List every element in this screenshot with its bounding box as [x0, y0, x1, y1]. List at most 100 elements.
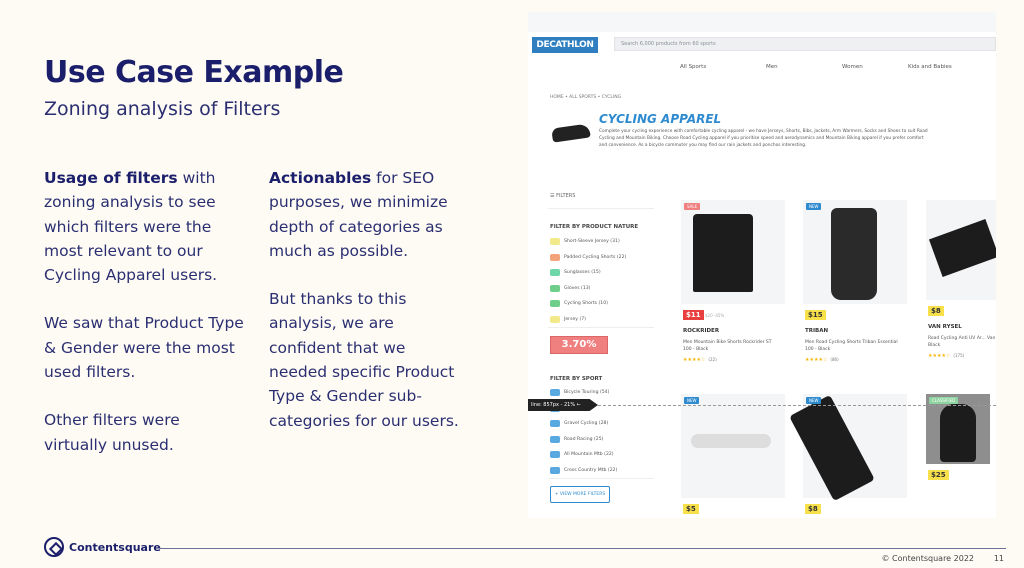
product-shape	[691, 434, 771, 448]
filter-option-label: Sunglasses (15)	[564, 270, 601, 275]
actionables-bold: Actionables	[269, 169, 372, 187]
category-description: Complete your cycling experience with co…	[599, 129, 928, 148]
filter-option-label: Bicycle Touring (54)	[564, 390, 610, 395]
zone-heat-badge	[550, 389, 560, 396]
slide-subtitle: Zoning analysis of Filters	[44, 98, 281, 120]
page-number: 11	[993, 554, 1004, 563]
filter-option[interactable]: Bicycle Touring (54)	[550, 389, 609, 396]
star-icons: ★★★★☆	[683, 357, 706, 363]
fold-line-label: line: 857px - 21% ←	[528, 399, 598, 411]
zone-heat-badge	[550, 420, 560, 427]
filter-option[interactable]: Gravel Cycling (28)	[550, 420, 608, 427]
product-tag: NEW	[684, 397, 700, 404]
decathlon-logo[interactable]: DECATHLON	[532, 37, 598, 53]
nav-kids[interactable]: Kids and Babies	[908, 64, 952, 70]
filter-option[interactable]: Jersey (7)	[550, 315, 586, 323]
filter-option[interactable]: Cycling Shorts (10)	[550, 300, 608, 307]
filter-option-label: Gravel Cycling (28)	[564, 421, 609, 426]
right-text-column: Actionables for SEO purposes, we minimiz…	[269, 166, 459, 457]
product-image[interactable]	[803, 200, 907, 304]
product-price: $5	[683, 504, 699, 514]
zone-heat-badge	[550, 284, 560, 292]
zone-heat-badge	[550, 238, 560, 245]
shoe-image	[551, 123, 591, 143]
divider	[548, 208, 654, 209]
rating-stars: ★★★★☆ (86)	[805, 357, 839, 363]
category-title: CYCLING APPAREL	[599, 112, 722, 126]
review-count: (22)	[708, 357, 717, 362]
contentsquare-logo: Contentsquare	[44, 537, 161, 557]
nav-men[interactable]: Men	[766, 64, 778, 70]
filter-option[interactable]: Short-Sleeve Jersey (31)	[550, 238, 620, 245]
product-nature-title: FILTER BY PRODUCT NATURE	[550, 224, 639, 230]
nav-women[interactable]: Women	[842, 64, 863, 70]
filter-option[interactable]: Padded Cycling Shorts (22)	[550, 253, 627, 261]
zone-heat-badge	[550, 253, 560, 261]
filter-option[interactable]: Sunglasses (15)	[550, 269, 601, 276]
filter-option[interactable]: Road Racing (25)	[550, 435, 603, 443]
nav-all-sports[interactable]: All Sports	[680, 64, 706, 70]
copyright: © Contentsquare 2022	[881, 554, 974, 563]
product-image[interactable]	[789, 394, 907, 502]
filter-option[interactable]: Gloves (13)	[550, 284, 591, 292]
filter-option[interactable]: All Mountain Mtb (22)	[550, 451, 614, 458]
search-input[interactable]: Search 6,000 products from 60 sports	[614, 37, 996, 51]
product-shape	[831, 208, 877, 300]
zone-percentage-badge: 3.70%	[550, 336, 608, 354]
breadcrumb[interactable]: HOME • ALL SPORTS • CYCLING	[550, 95, 621, 100]
zone-heat-badge	[550, 269, 560, 276]
zone-heat-badge	[550, 451, 560, 458]
product-description[interactable]: Men Mountain Bike Shorts Rockrider ST 10…	[683, 339, 778, 353]
actionables-paragraph: Actionables for SEO purposes, we minimiz…	[269, 166, 459, 263]
filter-option[interactable]: Cross Country Mtb (22)	[550, 466, 618, 474]
filter-option-label: Cycling Shorts (10)	[564, 301, 608, 306]
product-image[interactable]	[926, 200, 996, 300]
product-price: $8	[928, 306, 944, 316]
conclusion-paragraph: But thanks to this analysis, we are conf…	[269, 290, 459, 430]
review-count: (86)	[830, 357, 839, 362]
product-tag: NEW	[806, 397, 822, 404]
filters-header[interactable]: ☰ FILTERS	[550, 193, 575, 199]
filters-label: FILTERS	[556, 193, 576, 199]
product-image[interactable]	[681, 200, 785, 304]
product-price: $8	[805, 504, 821, 514]
usage-paragraph: Usage of filters with zoning analysis to…	[44, 166, 244, 287]
usage-bold: Usage of filters	[44, 169, 178, 187]
slide-title: Use Case Example	[44, 55, 344, 90]
filter-option-label: All Mountain Mtb (22)	[564, 452, 614, 457]
brand-name: Contentsquare	[69, 540, 161, 554]
product-brand: TRIBAN	[805, 328, 829, 334]
product-price: $11	[683, 310, 704, 320]
filter-option-label: Padded Cycling Shorts (22)	[564, 254, 627, 260]
findings-paragraph: We saw that Product Type & Gender were t…	[44, 314, 244, 382]
rating-stars: ★★★★☆ (175)	[928, 353, 964, 359]
product-image[interactable]	[681, 394, 785, 498]
product-shape	[693, 214, 753, 292]
product-shape	[789, 394, 875, 502]
divider	[548, 327, 654, 328]
view-more-filters-button[interactable]: + VIEW MORE FILTERS	[550, 486, 610, 503]
product-price: $25	[928, 470, 949, 480]
zone-heat-badge	[550, 466, 560, 474]
product-tag: NEW	[806, 203, 822, 210]
product-description[interactable]: Men Road Cycling Shorts Triban Essential…	[805, 339, 900, 353]
review-count: (175)	[953, 353, 965, 358]
divider	[548, 478, 654, 479]
filter-option-label: Cross Country Mtb (22)	[564, 467, 618, 473]
star-icons: ★★★★☆	[928, 353, 951, 359]
rating-stars: ★★★★☆ (22)	[683, 357, 717, 363]
product-description[interactable]: Road Cycling Anti UV Ar... Van Rysel 500…	[928, 335, 996, 349]
product-tag: SALE	[684, 203, 701, 210]
sport-title: FILTER BY SPORT	[550, 376, 603, 382]
zone-heat-badge	[550, 315, 560, 323]
contentsquare-icon	[44, 537, 64, 557]
product-shape	[940, 404, 976, 462]
filter-option-label: Gloves (13)	[564, 285, 591, 291]
product-shape	[928, 218, 996, 278]
website-screenshot: DECATHLON Search 6,000 products from 60 …	[528, 12, 996, 518]
filter-option-label: Jersey (7)	[564, 316, 586, 322]
left-text-column: Usage of filters with zoning analysis to…	[44, 166, 244, 481]
product-brand: ROCKRIDER	[683, 328, 720, 334]
zone-heat-badge	[550, 300, 560, 307]
footer-divider	[160, 548, 1006, 549]
